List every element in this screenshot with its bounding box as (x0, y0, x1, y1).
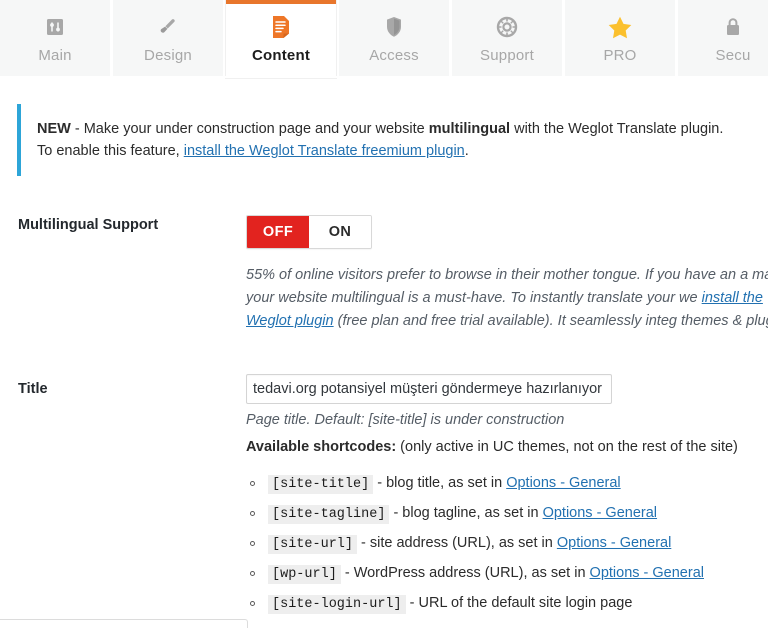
shortcode-desc: - site address (URL), as set in (357, 535, 557, 551)
notice-line1-bold: multilingual (428, 121, 511, 137)
multilingual-support-label: Multilingual Support (18, 217, 159, 233)
multilingual-support-toggle[interactable]: OFF ON (246, 215, 372, 249)
shortcode-site-title: [site-title] (268, 475, 374, 494)
star-icon (607, 12, 633, 42)
shortcode-site-login-url: [site-login-url] (268, 595, 406, 614)
notice-line-1: NEW - Make your under construction page … (37, 118, 762, 140)
desc-line-3: (free plan and free trial available). It… (333, 313, 677, 329)
settings-tab-bar: Main Design Content Access Support PRO S… (0, 0, 768, 78)
document-icon (269, 12, 293, 42)
options-general-link[interactable]: Options - General (557, 535, 671, 551)
shield-icon (384, 12, 404, 42)
multilingual-description: 55% of online visitors prefer to browse … (246, 264, 768, 333)
toggle-option-off[interactable]: OFF (247, 216, 309, 248)
bottom-partial-panel (0, 619, 248, 628)
list-item: [site-tagline] - blog tagline, as set in… (246, 499, 704, 529)
tab-content[interactable]: Content (226, 0, 336, 78)
shortcodes-heading-rest: (only active in UC themes, not on the re… (396, 439, 738, 455)
title-label: Title (18, 381, 48, 397)
title-input[interactable] (246, 374, 612, 404)
list-item: [site-url] - site address (URL), as set … (246, 529, 704, 559)
sliders-icon (44, 12, 66, 42)
list-item: [site-login-url] - URL of the default si… (246, 589, 704, 619)
tab-content-label: Content (251, 47, 311, 64)
tab-access-label: Access (369, 47, 419, 64)
install-weglot-freemium-link[interactable]: install the Weglot Translate freemium pl… (184, 143, 465, 159)
shortcode-site-url: [site-url] (268, 535, 358, 554)
shortcode-desc: - blog tagline, as set in (389, 505, 543, 521)
notice-badge: NEW (37, 121, 71, 137)
lifering-icon (495, 12, 519, 42)
desc-line-4: themes & plugins. (680, 313, 768, 329)
title-input-wrap (246, 374, 612, 404)
tab-security[interactable]: Secu (678, 0, 768, 78)
tab-bar-underline (0, 76, 768, 78)
list-item: [site-title] - blog title, as set in Opt… (246, 469, 704, 499)
tab-support[interactable]: Support (452, 0, 562, 78)
shortcode-site-tagline: [site-tagline] (268, 505, 390, 524)
lock-icon (723, 12, 743, 42)
tab-pro-label: PRO (603, 47, 637, 64)
desc-line-1: 55% of online visitors prefer to browse … (246, 267, 749, 283)
options-general-link[interactable]: Options - General (506, 475, 620, 491)
brush-icon (156, 12, 180, 42)
shortcodes-heading-bold: Available shortcodes: (246, 439, 397, 455)
shortcode-desc: - blog title, as set in (373, 475, 507, 491)
tab-pro[interactable]: PRO (565, 0, 675, 78)
options-general-link[interactable]: Options - General (590, 565, 704, 581)
notice-line1-after: with the Weglot Translate plugin. (510, 121, 724, 137)
toggle-option-on[interactable]: ON (309, 216, 371, 248)
shortcode-desc: - URL of the default site login page (405, 595, 633, 611)
notice-line1-before: - Make your under construction page and … (70, 121, 429, 137)
tab-design-label: Design (144, 47, 192, 64)
shortcodes-list: [site-title] - blog title, as set in Opt… (246, 469, 704, 619)
tab-main-label: Main (38, 47, 72, 64)
tab-access[interactable]: Access (339, 0, 449, 78)
weglot-notice: NEW - Make your under construction page … (17, 104, 762, 176)
options-general-link[interactable]: Options - General (543, 505, 657, 521)
shortcode-desc: - WordPress address (URL), as set in (340, 565, 590, 581)
tab-design[interactable]: Design (113, 0, 223, 78)
tab-main[interactable]: Main (0, 0, 110, 78)
list-item: [wp-url] - WordPress address (URL), as s… (246, 559, 704, 589)
title-hint: Page title. Default: [site-title] is und… (246, 412, 565, 428)
shortcode-wp-url: [wp-url] (268, 565, 341, 584)
notice-line2-after: . (464, 143, 469, 159)
tab-security-label: Secu (715, 47, 751, 64)
shortcodes-heading: Available shortcodes: (only active in UC… (246, 439, 738, 455)
notice-line2-before: To enable this feature, (37, 143, 184, 159)
admin-settings-page: Main Design Content Access Support PRO S… (0, 0, 768, 628)
multilingual-toggle-wrap: OFF ON (246, 215, 372, 249)
notice-line-2: To enable this feature, install the Wegl… (37, 140, 762, 162)
tab-support-label: Support (480, 47, 534, 64)
